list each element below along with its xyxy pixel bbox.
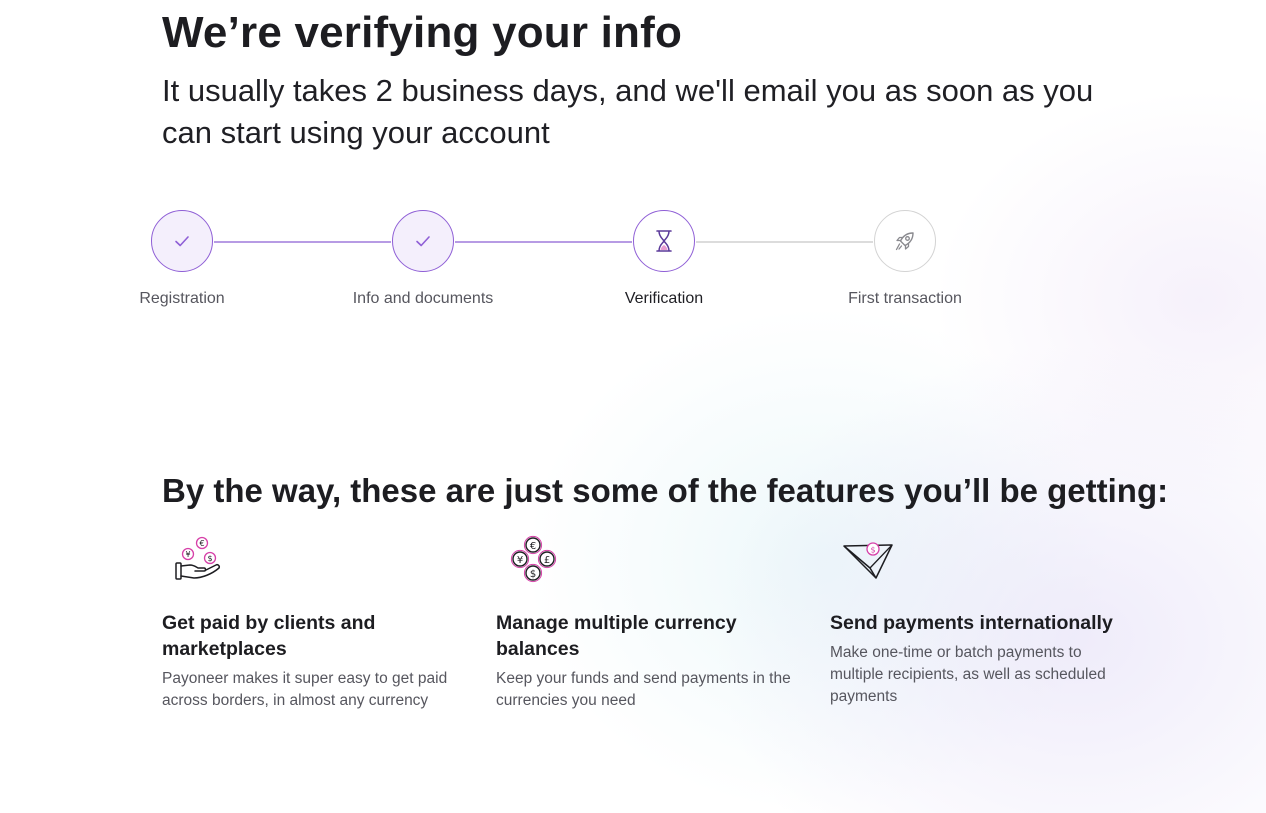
step-verification: Verification bbox=[544, 210, 784, 308]
feature-multi-currency: € ¥ £ $ Manage multiple currency balance… bbox=[496, 530, 796, 712]
page-subtitle: It usually takes 2 business days, and we… bbox=[162, 73, 1094, 150]
svg-text:$: $ bbox=[530, 569, 536, 580]
feature-title: Manage multiple currency balances bbox=[496, 612, 737, 660]
step-first-transaction: First transaction bbox=[785, 210, 1025, 308]
step-label: Info and documents bbox=[352, 290, 494, 307]
step-label: Registration bbox=[139, 290, 225, 307]
feature-send-payments: $ Send payments internationally Make one… bbox=[830, 530, 1130, 708]
hourglass-icon bbox=[656, 230, 672, 252]
svg-text:€: € bbox=[199, 539, 204, 548]
step-circle-pending bbox=[874, 210, 936, 272]
step-connector-3 bbox=[696, 241, 873, 243]
svg-text:$: $ bbox=[870, 545, 875, 554]
features-heading: By the way, these are just some of the f… bbox=[162, 472, 1169, 509]
step-circle-current bbox=[633, 210, 695, 272]
hand-with-coins-icon: ¥ € $ bbox=[175, 536, 220, 580]
paper-plane-payment-icon: $ bbox=[843, 542, 893, 579]
feature-description: Payoneer makes it super easy to get paid… bbox=[162, 670, 448, 709]
rocket-icon bbox=[895, 232, 914, 251]
svg-text:€: € bbox=[530, 541, 536, 552]
svg-text:£: £ bbox=[544, 555, 550, 566]
feature-description: Make one-time or batch payments to multi… bbox=[830, 644, 1106, 705]
step-connector-2 bbox=[455, 241, 632, 243]
step-circle-completed bbox=[151, 210, 213, 272]
step-label: First transaction bbox=[848, 290, 962, 307]
page-title: We’re verifying your info bbox=[162, 8, 683, 57]
checkmark-icon bbox=[416, 236, 430, 247]
svg-text:¥: ¥ bbox=[517, 555, 523, 566]
svg-text:$: $ bbox=[207, 554, 212, 563]
feature-description: Keep your funds and send payments in the… bbox=[496, 670, 791, 709]
feature-title: Get paid by clients and marketplaces bbox=[162, 612, 376, 660]
step-circle-completed bbox=[392, 210, 454, 272]
feature-title: Send payments internationally bbox=[830, 612, 1113, 634]
feature-get-paid: ¥ € $ Get paid by clients and marketplac… bbox=[162, 530, 462, 712]
step-connector-1 bbox=[214, 241, 391, 243]
step-label: Verification bbox=[624, 290, 704, 307]
svg-text:¥: ¥ bbox=[185, 550, 190, 559]
checkmark-icon bbox=[175, 236, 189, 247]
step-info-and-documents: Info and documents bbox=[303, 210, 543, 308]
multi-currency-icon: € ¥ £ $ bbox=[510, 535, 557, 583]
step-registration: Registration bbox=[62, 210, 302, 308]
